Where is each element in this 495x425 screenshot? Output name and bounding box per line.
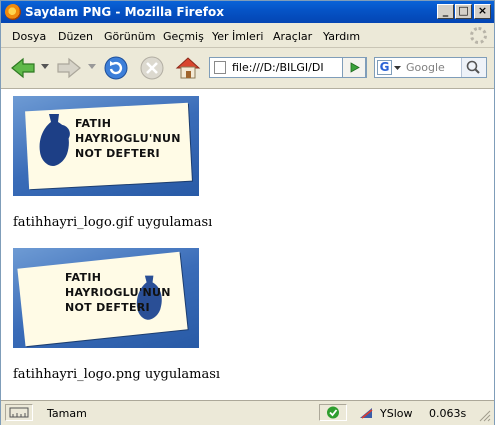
menu-help[interactable]: Yardım	[323, 30, 360, 43]
search-icon	[466, 60, 480, 74]
security-indicator[interactable]	[319, 404, 347, 421]
load-time: 0.063s	[429, 407, 467, 420]
firefox-icon	[5, 4, 21, 20]
status-bar: Tamam YSlow 0.063s	[1, 400, 494, 425]
window-title: Saydam PNG - Mozilla Firefox	[25, 5, 224, 19]
check-icon	[327, 406, 339, 419]
yslow-label[interactable]: YSlow	[380, 407, 412, 420]
search-box[interactable]: G Google	[374, 57, 487, 78]
search-engine-dropdown-icon[interactable]	[394, 66, 401, 71]
menu-bar: Dosya Düzen Görünüm Geçmiş Yer İmleri Ar…	[1, 24, 494, 48]
back-dropdown-icon[interactable]	[41, 64, 49, 70]
title-bar: Saydam PNG - Mozilla Firefox _ □ ×	[1, 1, 494, 23]
menu-history[interactable]: Geçmiş	[163, 30, 204, 43]
navigation-toolbar: file:///D:/BILGI/DI G Google	[1, 48, 494, 89]
menu-edit[interactable]: Düzen	[58, 30, 93, 43]
home-button[interactable]	[174, 54, 202, 82]
throbber-icon	[470, 27, 487, 44]
maximize-button[interactable]: □	[455, 4, 472, 19]
resize-grip-icon[interactable]	[479, 410, 491, 422]
close-button[interactable]: ×	[474, 4, 491, 19]
caption-gif: fatihhayri_logo.gif uygulaması	[13, 215, 213, 230]
menu-bookmarks[interactable]: Yer İmleri	[212, 30, 263, 43]
url-text[interactable]: file:///D:/BILGI/DI	[232, 61, 337, 74]
status-text: Tamam	[47, 407, 87, 420]
logo-text: FATIH HAYRIOGLU'NUN NOT DEFTERI	[65, 271, 171, 314]
play-icon	[350, 62, 360, 73]
logo-text: FATIH HAYRIOGLU'NUN NOT DEFTERI	[75, 117, 181, 160]
forward-dropdown-icon[interactable]	[88, 64, 96, 70]
jug-icon	[39, 114, 70, 166]
forward-button[interactable]	[55, 56, 83, 80]
connection-icon	[9, 407, 29, 418]
search-button[interactable]	[461, 58, 486, 77]
google-icon[interactable]: G	[377, 60, 392, 75]
menu-file[interactable]: Dosya	[12, 30, 46, 43]
logo-gif-image: FATIH HAYRIOGLU'NUN NOT DEFTERI	[13, 96, 199, 196]
yslow-icon[interactable]	[358, 406, 374, 420]
page-content: FATIH HAYRIOGLU'NUN NOT DEFTERI fatihhay…	[1, 89, 494, 400]
offline-indicator[interactable]	[5, 404, 33, 421]
page-favicon-icon	[214, 61, 226, 74]
caption-png: fatihhayri_logo.png uygulaması	[13, 367, 221, 382]
browser-window: Saydam PNG - Mozilla Firefox _ □ × Dosya…	[0, 0, 495, 425]
search-input[interactable]: Google	[406, 61, 445, 74]
menu-tools[interactable]: Araçlar	[273, 30, 312, 43]
go-button[interactable]	[342, 57, 366, 78]
back-button[interactable]	[9, 56, 37, 80]
logo-png-image: FATIH HAYRIOGLU'NUN NOT DEFTERI	[13, 248, 199, 348]
minimize-button[interactable]: _	[437, 4, 454, 19]
reload-button[interactable]	[103, 55, 129, 81]
stop-button[interactable]	[139, 55, 165, 81]
menu-view[interactable]: Görünüm	[104, 30, 155, 43]
